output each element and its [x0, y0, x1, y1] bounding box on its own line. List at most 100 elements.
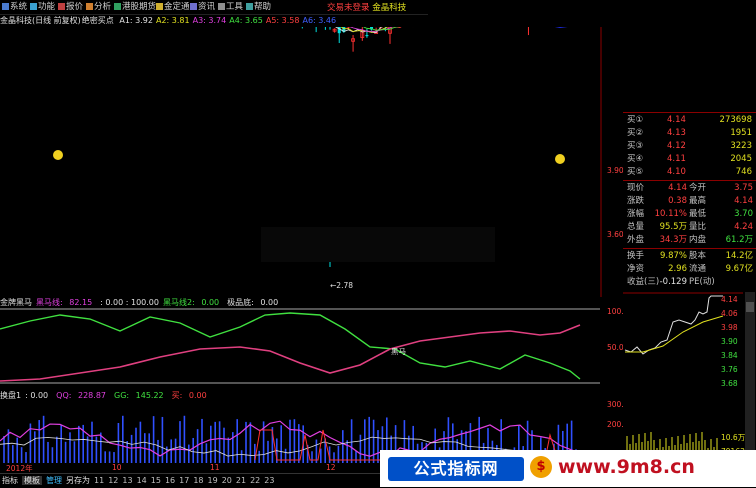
sub1-title[interactable]: 金牌黑马	[0, 298, 32, 307]
main-chart-header: 金晶科技(日线 前复权)绝密买点 A1: 3.92A2: 3.81A3: 3.7…	[0, 15, 342, 27]
line-green	[0, 313, 580, 379]
stats2-row: 换手9.87%股本14.2亿	[623, 250, 756, 263]
redacted-box	[261, 227, 495, 262]
sub2-title[interactable]: 换盘1: 0.00	[0, 391, 52, 400]
tab-num[interactable]: 18	[193, 476, 203, 485]
tab-manage[interactable]: 管理	[46, 476, 62, 485]
stat-value: 14.2亿	[726, 250, 753, 263]
intraday-price-label: 3.68	[721, 379, 738, 388]
sub1-line3: 极品底: 0.00	[227, 298, 282, 307]
menu-news[interactable]: 资讯	[190, 1, 215, 13]
watermark-logo: 公式指标网	[388, 457, 524, 481]
y-tick-360: 3.60	[607, 230, 624, 239]
x-axis-month: 11	[210, 463, 220, 472]
quote-icon	[58, 3, 65, 10]
bottom-toolbar: 指标模板管理另存为 11 12 13 14 15 16 17 18 19 20 21 22 23	[0, 473, 380, 488]
trade-icon	[156, 3, 163, 10]
low-price-label: ←2.78	[330, 281, 353, 290]
tab-num[interactable]: 23	[264, 476, 274, 485]
tab-num[interactable]: 22	[250, 476, 260, 485]
intraday-price-label: 4.06	[721, 309, 738, 318]
menu-analysis[interactable]: 分析	[86, 1, 111, 13]
tab-num[interactable]: 21	[236, 476, 246, 485]
stat-value: 3.75	[734, 182, 753, 195]
intraday-price-label: 3.76	[721, 365, 738, 374]
menu-quote[interactable]: 报价	[58, 1, 83, 13]
login-status[interactable]: 交易未登录 金晶科技	[327, 1, 406, 13]
buy-signal-icon	[555, 154, 565, 164]
x-axis: 2012年 10 11 12	[0, 463, 380, 473]
stats-row: 外盘34.3万内盘61.2万	[623, 234, 756, 247]
buy-signal-icon	[53, 150, 63, 160]
stat-value: -0.129	[653, 276, 687, 289]
coin-icon: $	[530, 456, 552, 478]
menu-trade[interactable]: 金定通	[156, 1, 190, 13]
intraday-price-label: 4.14	[721, 295, 738, 304]
bid-row-1[interactable]: 买①4.14273698	[623, 114, 756, 127]
watermark-url: www.9m8.cn	[558, 456, 695, 478]
bid-row-3[interactable]: 买③4.123223	[623, 140, 756, 153]
black-horse-marker: 黑马	[391, 346, 406, 357]
scrollbar-thumb	[746, 302, 754, 312]
stat-value: 4.14	[734, 195, 753, 208]
tab-num[interactable]: 11	[94, 476, 104, 485]
tab-num[interactable]: 20	[222, 476, 232, 485]
intraday-chart[interactable]: 4.144.063.983.903.843.763.6810.6万79163	[623, 292, 756, 460]
divider	[623, 180, 756, 181]
tab-num[interactable]: 17	[179, 476, 189, 485]
stat-label: 最低	[689, 208, 706, 221]
watermark-banner: 公式指标网 $ www.9m8.cn	[380, 450, 756, 487]
stats-row: 涨跌0.38最高4.14	[623, 195, 756, 208]
sub1-extra: : 0.00 : 100.00	[100, 298, 159, 307]
menu-hk-futures[interactable]: 港股期货	[114, 1, 156, 13]
menu-tool[interactable]: 工具	[218, 1, 243, 13]
menu-system[interactable]: 系统	[2, 1, 27, 13]
indicator-name[interactable]: 绝密买点	[82, 16, 114, 25]
stat-value: 9.67亿	[726, 263, 753, 276]
stats-row: 总量95.5万量比4.24	[623, 221, 756, 234]
stat-value: 61.2万	[726, 234, 753, 247]
intraday-price-label: 3.84	[721, 351, 738, 360]
sub2-gg: GG: 145.22	[114, 391, 168, 400]
tab-save-as[interactable]: 另存为	[66, 476, 90, 485]
bid-row-4[interactable]: 买④4.112045	[623, 153, 756, 166]
menu-function[interactable]: 功能	[30, 1, 55, 13]
intraday-price-label: 3.90	[721, 337, 738, 346]
ma-param: A5: 3.58	[266, 16, 300, 25]
menu-help[interactable]: 帮助	[246, 1, 271, 13]
ma-param: A6: 3.46	[302, 16, 336, 25]
ma-params: A1: 3.92A2: 3.81A3: 3.74A4: 3.65A5: 3.58…	[119, 16, 339, 25]
tab-num[interactable]: 14	[137, 476, 147, 485]
tab-indicator[interactable]: 指标	[2, 476, 18, 485]
stat-label: 流通	[689, 263, 706, 276]
bid-row-2[interactable]: 买②4.131951	[623, 127, 756, 140]
stat-label: 最高	[689, 195, 706, 208]
news-icon	[190, 3, 197, 10]
system-icon	[2, 3, 9, 10]
tab-num[interactable]: 15	[151, 476, 161, 485]
tab-template[interactable]: 模板	[22, 476, 42, 485]
x-axis-month: 10	[112, 463, 122, 472]
stat-value: 4.24	[734, 221, 753, 234]
stat-value: 34.3万	[653, 234, 687, 247]
tab-num[interactable]: 12	[108, 476, 118, 485]
function-icon	[30, 3, 37, 10]
stats-row: 涨幅10.11%最低3.70	[623, 208, 756, 221]
stat-label: 内盘	[689, 234, 706, 247]
stat-label: 量比	[689, 221, 706, 234]
tab-num[interactable]: 13	[122, 476, 132, 485]
bid-row-5[interactable]: 买⑤4.10746	[623, 166, 756, 179]
divider	[623, 248, 756, 249]
tab-num[interactable]: 16	[165, 476, 175, 485]
stat-label: PE(动)	[689, 276, 715, 289]
tab-num[interactable]: 19	[208, 476, 218, 485]
sub1-line1: 黑马线: 82.15	[36, 298, 96, 307]
ma-param: A3: 3.74	[193, 16, 227, 25]
stats2-row: 收益(三)-0.129PE(动)	[623, 276, 756, 289]
stat-label: 今开	[689, 182, 706, 195]
black-horse-indicator-chart[interactable]	[0, 307, 600, 389]
menu-bar: 系统 功能 报价 分析 港股期货 金定通 资讯 工具 帮助 交易未登录 金晶科技	[0, 0, 428, 15]
stat-label: 换手	[627, 250, 644, 263]
tool-icon	[218, 3, 225, 10]
stats2-row: 净资2.96流通9.67亿	[623, 263, 756, 276]
